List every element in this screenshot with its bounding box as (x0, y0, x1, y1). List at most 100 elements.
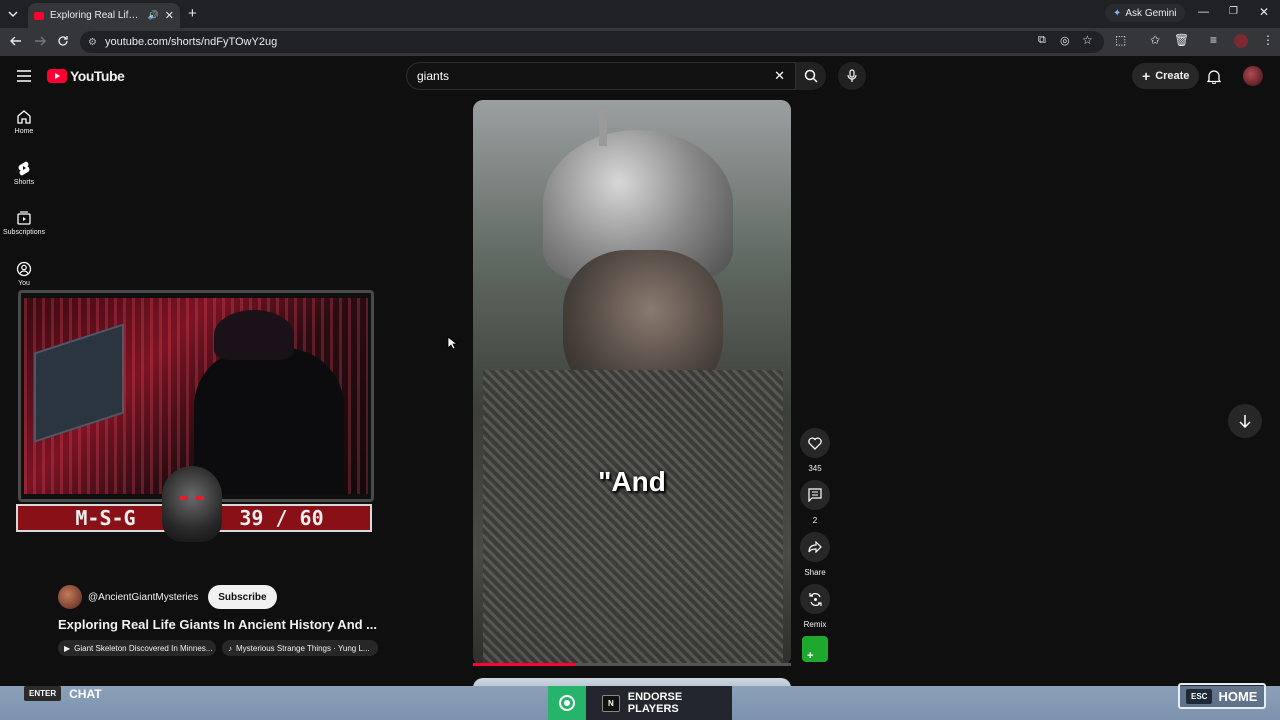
arrow-down-icon (1239, 415, 1251, 428)
home-icon (17, 110, 31, 124)
webcam-feed (24, 298, 368, 494)
nav-label-home: Home (14, 128, 34, 135)
channel-avatar[interactable] (58, 585, 82, 609)
minimize-icon[interactable]: — (1198, 6, 1209, 18)
channel-handle[interactable]: @AncientGiantMysteries (88, 592, 198, 603)
share-arrow-icon (808, 541, 822, 553)
back-icon[interactable] (10, 35, 22, 47)
shorts-video-player[interactable]: "And (473, 100, 791, 666)
remix-icon (808, 592, 822, 606)
esc-key: ESC (1186, 688, 1213, 704)
helmet-spike (599, 106, 607, 146)
youtube-play-icon (47, 69, 67, 83)
search-input[interactable]: giants ✕ (406, 62, 796, 90)
nav-item-shorts[interactable]: Shorts (0, 160, 48, 186)
related-video-chip[interactable]: ▶ Giant Skeleton Discovered In Minnes... (58, 640, 216, 656)
address-bar[interactable]: ⚙ youtube.com/shorts/ndFyTOwY2ug (80, 31, 1104, 53)
video-title[interactable]: Exploring Real Life Giants In Ancient Hi… (58, 617, 378, 632)
home-label: HOME (1218, 688, 1258, 704)
streamer-silhouette (194, 348, 344, 494)
music-chip[interactable]: ♪ Mysterious Strange Things · Yung L... (222, 640, 378, 656)
channel-row: @AncientGiantMysteries Subscribe (58, 584, 277, 610)
play-icon: ▶ (64, 643, 71, 653)
tab-title: Exploring Real Life Giants In (50, 10, 142, 21)
like-count: 345 (808, 464, 822, 473)
reload-icon[interactable] (57, 35, 69, 47)
gemini-sparkle-icon: ✦ (1113, 7, 1122, 19)
subscribe-button[interactable]: Subscribe (208, 585, 277, 609)
comments-button[interactable]: 2 (800, 480, 830, 525)
like-button[interactable]: 345 (800, 428, 830, 473)
create-button[interactable]: + Create (1132, 63, 1200, 89)
endorse-key: N (602, 694, 620, 712)
comment-icon (808, 488, 822, 502)
add-sound-icon: + (807, 650, 814, 662)
search-icon (804, 69, 818, 83)
logo-text: YouTube (70, 68, 125, 84)
music-note-icon: ♪ (228, 643, 232, 653)
bookmark-star-icon[interactable]: ☆ (1082, 33, 1093, 47)
tab-close-icon[interactable]: ✕ (165, 9, 174, 22)
remix-label: Remix (803, 620, 827, 629)
nav-item-subscriptions[interactable]: Subscriptions (0, 210, 48, 236)
home-button[interactable]: ESC HOME (1178, 683, 1266, 709)
chat-prompt[interactable]: ENTER CHAT (24, 686, 102, 701)
media-controls-icon[interactable]: ≡ (1210, 33, 1217, 47)
site-info-icon[interactable]: ⚙ (88, 37, 97, 48)
cap-shape (214, 310, 294, 360)
hide-eye-icon[interactable]: ◎ (1060, 34, 1070, 47)
forward-icon[interactable] (34, 35, 46, 47)
video-caption: "And (598, 466, 666, 497)
browser-tab[interactable]: Exploring Real Life Giants In 🔊 ✕ (28, 3, 180, 28)
video-progress-bar[interactable] (473, 663, 791, 666)
browser-menu-icon[interactable]: ⋮ (1262, 33, 1274, 47)
microphone-icon (847, 69, 857, 82)
subscriptions-icon (17, 211, 31, 225)
ask-gemini-button[interactable]: ✦ Ask Gemini (1105, 4, 1185, 22)
notifications-bell-icon[interactable] (1207, 69, 1221, 84)
next-short-button[interactable] (1228, 404, 1262, 438)
install-app-icon[interactable]: ⧉ (1038, 34, 1046, 47)
nav-item-you[interactable]: You (0, 261, 48, 287)
nav-item-home[interactable]: Home (0, 109, 48, 135)
share-button[interactable]: Share (800, 532, 830, 577)
you-icon (16, 261, 32, 277)
create-label: Create (1155, 70, 1190, 82)
new-tab-icon[interactable]: + (188, 5, 197, 22)
nav-label-subscriptions: Subscriptions (2, 229, 46, 236)
profile-avatar[interactable] (1234, 34, 1248, 48)
trash-icon[interactable]: 🗑 (1174, 33, 1189, 47)
remix-button[interactable]: Remix (800, 584, 830, 629)
restore-icon[interactable]: ❐ (1229, 6, 1238, 17)
bookmarks-icon[interactable]: ✩ (1150, 33, 1160, 47)
search-button[interactable] (796, 62, 826, 90)
browser-tab-strip: Exploring Real Life Giants In 🔊 ✕ + ✦ As… (0, 0, 1280, 28)
window-close-icon[interactable]: ✕ (1259, 5, 1269, 19)
music-label: Mysterious Strange Things · Yung L... (236, 643, 370, 653)
tab-list-icon[interactable] (6, 7, 20, 21)
extensions-icon[interactable]: ⬚ (1115, 33, 1126, 47)
endorse-players-button[interactable]: N ENDORSE PLAYERS (548, 686, 732, 720)
voice-search-button[interactable] (838, 62, 866, 90)
nav-label-shorts: Shorts (13, 179, 35, 186)
related-video-label: Giant Skeleton Discovered In Minnes... (74, 643, 213, 653)
chainmail-shape (483, 370, 783, 666)
youtube-favicon-icon (34, 11, 44, 20)
share-label: Share (804, 568, 826, 577)
sound-thumbnail[interactable]: + (802, 636, 828, 662)
account-avatar[interactable] (1243, 66, 1263, 86)
chat-label: CHAT (69, 686, 102, 701)
search-value: giants (417, 69, 450, 83)
speaker-icon[interactable]: 🔊 (148, 10, 159, 21)
ask-gemini-label: Ask Gemini (1125, 7, 1177, 19)
mouse-cursor-icon (447, 336, 457, 350)
url-text: youtube.com/shorts/ndFyTOwY2ug (104, 36, 278, 48)
hamburger-menu-icon[interactable] (17, 70, 31, 82)
heart-icon (808, 436, 822, 450)
youtube-header: YouTube giants ✕ + Create (0, 56, 1280, 98)
youtube-logo[interactable]: YouTube (47, 68, 125, 84)
clear-search-icon[interactable]: ✕ (774, 68, 785, 84)
enter-key: ENTER (24, 686, 62, 701)
browser-toolbar: ⚙ youtube.com/shorts/ndFyTOwY2ug ⧉ ◎ ☆ ⬚… (0, 28, 1280, 56)
endorse-label: ENDORSE PLAYERS (627, 691, 683, 715)
